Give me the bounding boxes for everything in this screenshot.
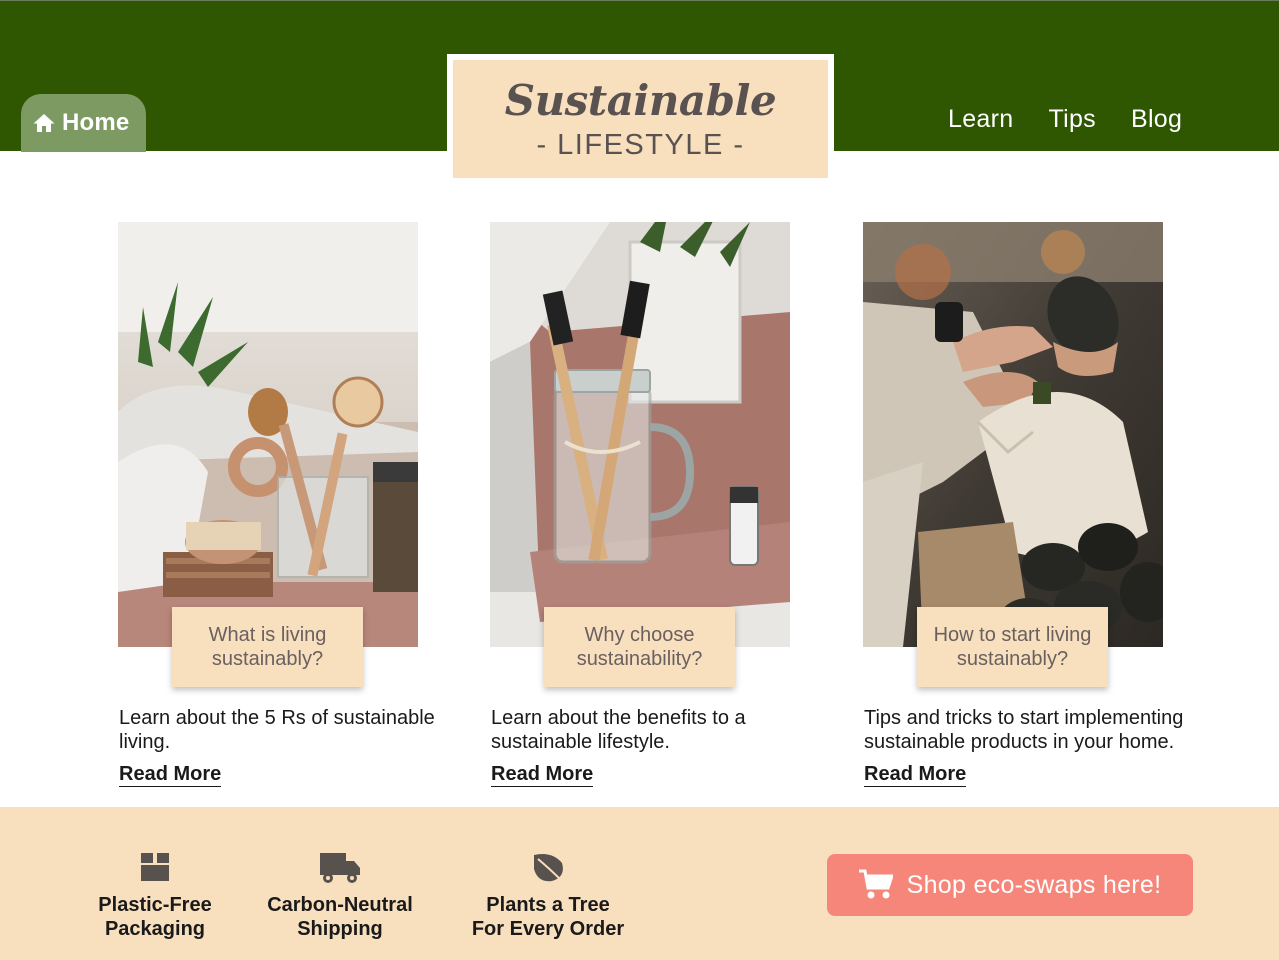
card-3-description: Tips and tricks to start implementing su… [864, 707, 1184, 753]
article-card-2: Why choose sustainability? Learn about t… [490, 222, 790, 787]
feature-carbon-neutral: Carbon-Neutral Shipping [262, 849, 418, 941]
feature-plastic-free-line1: Plastic-Free [98, 894, 212, 916]
logo-subtitle: - LIFESTYLE - [536, 129, 745, 161]
card-3-read-more-link[interactable]: Read More [864, 763, 967, 787]
feature-plants-tree-line1: Plants a Tree [486, 894, 610, 916]
feature-plants-tree: Plants a Tree For Every Order [468, 849, 628, 941]
card-2-caption: Why choose sustainability? [544, 607, 735, 687]
feature-plastic-free: Plastic-Free Packaging [96, 849, 214, 941]
site-footer: Plastic-Free Packaging Carbon-Neutral Sh… [0, 807, 1279, 960]
nav-blog[interactable]: Blog [1131, 105, 1182, 134]
nav-learn[interactable]: Learn [948, 105, 1013, 134]
card-1-read-more-link[interactable]: Read More [119, 763, 222, 787]
card-1-image[interactable] [118, 222, 418, 647]
logo-title: Sustainable [504, 76, 777, 125]
home-tab-label: Home [62, 109, 130, 136]
feature-plastic-free-line2: Packaging [104, 918, 206, 940]
site-logo[interactable]: Sustainable - LIFESTYLE - [447, 54, 834, 184]
main-nav: Learn Tips Blog [948, 105, 1182, 134]
card-2-read-more-link[interactable]: Read More [491, 763, 594, 787]
card-2-description: Learn about the benefits to a sustainabl… [491, 707, 746, 753]
box-icon [141, 853, 169, 881]
card-3-image[interactable] [863, 222, 1163, 647]
truck-icon [320, 853, 360, 883]
home-tab[interactable]: Home [21, 94, 146, 152]
card-1-description: Learn about the 5 Rs of sustainable livi… [119, 707, 435, 753]
feature-plants-tree-line2: For Every Order [471, 918, 625, 940]
feature-carbon-neutral-line1: Carbon-Neutral [267, 894, 413, 916]
card-1-caption: What is living sustainably? [172, 607, 363, 687]
shop-button-label: Shop eco-swaps here! [906, 870, 1162, 899]
article-card-3: How to start living sustainably? Tips an… [863, 222, 1183, 787]
feature-carbon-neutral-line2: Shipping [297, 918, 383, 940]
article-card-1: What is living sustainably? Learn about … [118, 222, 435, 787]
home-icon [33, 114, 55, 132]
card-3-caption: How to start living sustainably? [917, 607, 1108, 687]
leaf-icon [534, 854, 565, 884]
shopping-cart-icon [858, 869, 893, 899]
card-2-image[interactable] [490, 222, 790, 647]
nav-tips[interactable]: Tips [1048, 105, 1096, 134]
shop-eco-swaps-button[interactable]: Shop eco-swaps here! [827, 854, 1193, 916]
